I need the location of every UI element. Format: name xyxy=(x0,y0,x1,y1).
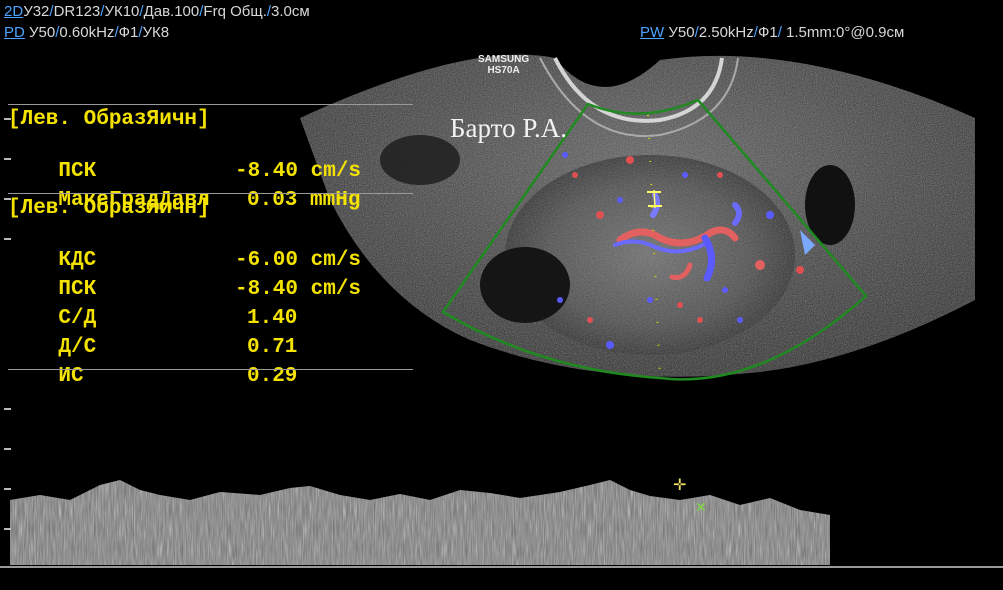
spectrum-baseline xyxy=(0,566,1003,568)
header-line-2d: 2DУ32/DR123/УК10/Дав.100/Frq Общ./3.0см xyxy=(4,3,310,20)
cross-cursor-icon[interactable]: ✕ xyxy=(695,500,707,516)
device-model: HS70A xyxy=(487,65,520,76)
header-2d-depth: 3.0см xyxy=(271,3,310,20)
header-line-pw: PW У50/2.50kHz/Ф1/ 1.5mm:0°@0.9см xyxy=(640,24,905,41)
scale-tick xyxy=(4,528,11,530)
device-brand: SAMSUNG xyxy=(478,54,530,65)
doppler-spectrum xyxy=(10,480,830,565)
scale-tick xyxy=(4,448,11,450)
header-2d-pressure: Дав.100 xyxy=(143,3,200,20)
header-pw-prf: 2.50kHz xyxy=(698,24,754,41)
scale-tick xyxy=(4,118,11,120)
plus-cursor-icon[interactable]: ✛ xyxy=(673,475,686,494)
header-2d-gain: У32 xyxy=(23,3,50,20)
header-pw-gate: 1.5mm:0°@0.9см xyxy=(781,24,905,41)
scale-tick xyxy=(4,198,11,200)
header-pw-gain: У50 xyxy=(668,24,695,41)
measure-row: ИС 0.29 xyxy=(8,342,408,411)
header-line-pd: PD У50/0.60kHz/Ф1/УК8 xyxy=(4,24,170,41)
scale-tick xyxy=(4,408,11,410)
header-pd-gain: У50 xyxy=(29,24,56,41)
divider xyxy=(8,104,413,105)
header-2d-uk: УК10 xyxy=(104,3,140,20)
mode-label-pw[interactable]: PW xyxy=(640,24,664,41)
mode-label-pd[interactable]: PD xyxy=(4,24,25,41)
scale-tick xyxy=(4,238,11,240)
header-pd-filter: Ф1 xyxy=(118,24,139,41)
operator-signature: Барто Р.А. xyxy=(450,113,567,143)
divider xyxy=(8,193,413,194)
header-2d-dr: DR123 xyxy=(53,3,101,20)
divider xyxy=(8,369,413,370)
scale-tick xyxy=(4,158,11,160)
header-pd-prf: 0.60kHz xyxy=(59,24,115,41)
header-pw-filter: Ф1 xyxy=(757,24,778,41)
mode-label-2d[interactable]: 2D xyxy=(4,3,23,20)
header-2d-frq: Frq Общ. xyxy=(203,3,267,20)
header-pd-uk: УК8 xyxy=(142,24,170,41)
scale-tick xyxy=(4,488,11,490)
device-logo: SAMSUNG HS70A xyxy=(478,54,529,76)
group1-title: [Лев. ОбразЯичн] xyxy=(8,108,210,131)
group2-title: [Лев. ОбразЯичн] xyxy=(8,197,210,220)
